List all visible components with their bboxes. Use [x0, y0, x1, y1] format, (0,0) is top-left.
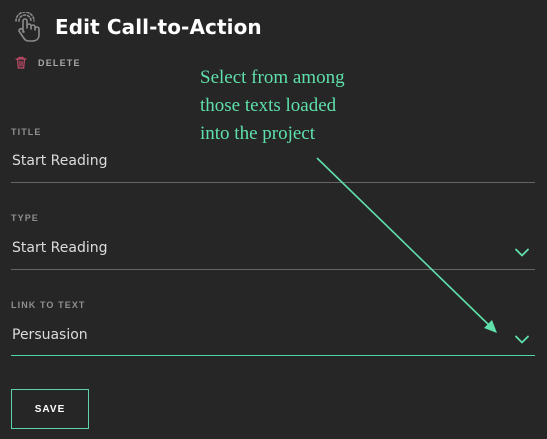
annotation-line: Select from among: [200, 67, 345, 88]
title-field-underline: [11, 182, 535, 183]
annotation-line: those texts loaded: [200, 95, 337, 116]
type-select-underline: [11, 269, 535, 270]
trash-icon: [15, 56, 27, 69]
delete-label: DELETE: [38, 57, 81, 68]
type-select-label: TYPE: [11, 213, 39, 223]
header: Edit Call-to-Action: [14, 11, 262, 42]
link-to-text-underline: [11, 355, 535, 356]
save-button[interactable]: SAVE: [11, 389, 89, 429]
hand-pointer-icon: [14, 11, 42, 42]
type-select[interactable]: TYPE Start Reading: [11, 213, 535, 270]
page-title: Edit Call-to-Action: [55, 15, 262, 39]
link-to-text-value[interactable]: Persuasion: [12, 327, 88, 343]
chevron-down-icon[interactable]: [515, 335, 529, 344]
annotation-text: Select from among those texts loaded int…: [200, 64, 400, 148]
delete-button[interactable]: DELETE: [15, 56, 81, 69]
link-to-text-label: LINK TO TEXT: [11, 300, 86, 310]
type-select-value[interactable]: Start Reading: [12, 240, 107, 256]
chevron-down-icon[interactable]: [515, 248, 529, 257]
link-to-text-select[interactable]: LINK TO TEXT Persuasion: [11, 300, 535, 356]
title-field-value[interactable]: Start Reading: [12, 153, 107, 169]
annotation-line: into the project: [200, 123, 316, 144]
